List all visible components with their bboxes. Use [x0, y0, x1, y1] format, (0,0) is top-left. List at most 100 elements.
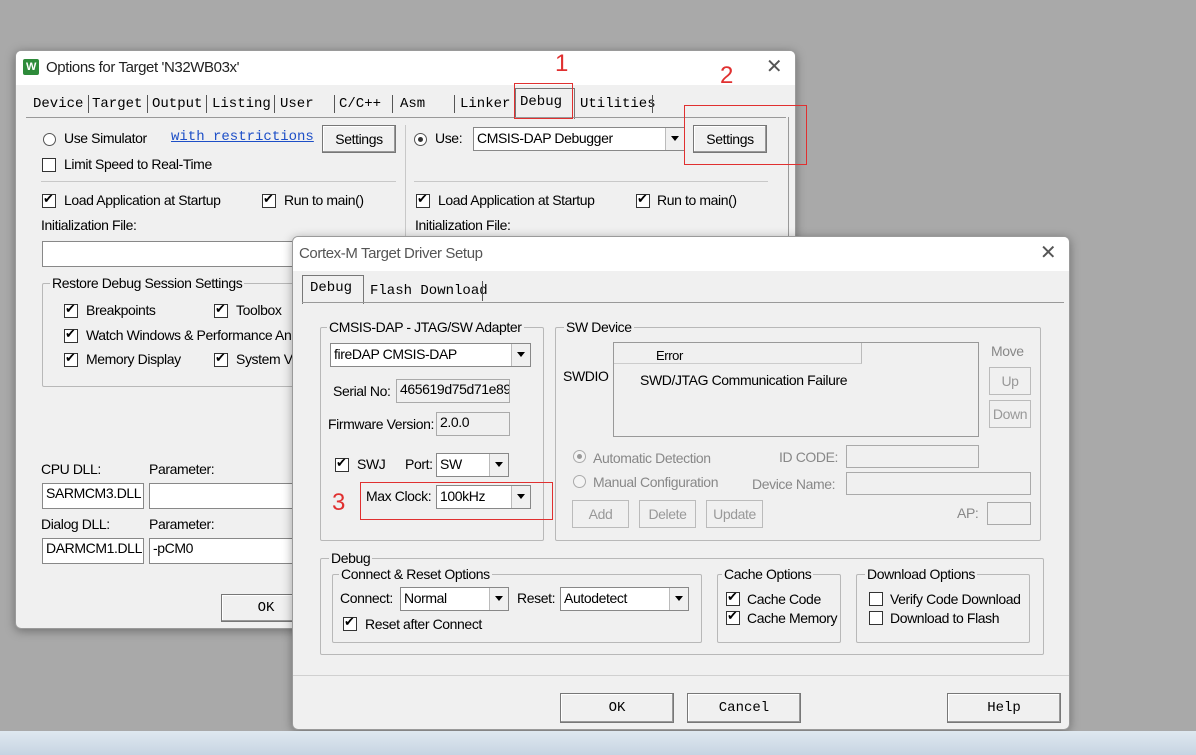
dialog-dll-label: Dialog DLL:	[41, 516, 110, 532]
tab-output[interactable]: Output	[152, 96, 202, 112]
up-button[interactable]: Up	[989, 367, 1031, 395]
load-app-label-right: Load Application at Startup	[438, 192, 595, 208]
annotation-number-1: 1	[555, 50, 568, 77]
cache-memory-label: Cache Memory	[747, 610, 838, 626]
use-simulator-label: Use Simulator	[64, 130, 147, 146]
dialog-dll-field[interactable]: DARMCM1.DLL	[42, 538, 144, 564]
tab-asm[interactable]: Asm	[400, 96, 425, 112]
delete-button[interactable]: Delete	[639, 500, 696, 528]
limit-speed-label: Limit Speed to Real-Time	[64, 156, 212, 172]
tab-flash-download[interactable]: Flash Download	[370, 283, 488, 299]
table-header	[614, 343, 862, 364]
manual-config-label: Manual Configuration	[593, 474, 719, 490]
firmware-label: Firmware Version:	[328, 416, 435, 432]
serial-label: Serial No:	[333, 383, 391, 399]
tab-linker[interactable]: Linker	[460, 96, 510, 112]
run-to-main-checkbox-right[interactable]	[636, 191, 650, 208]
table-row[interactable]: SWD/JTAG Communication Failure	[640, 372, 848, 388]
chevron-down-icon	[489, 588, 508, 610]
tab-utilities[interactable]: Utilities	[580, 96, 656, 112]
id-code-label: ID CODE:	[779, 449, 839, 465]
run-to-main-label-left: Run to main()	[284, 192, 364, 208]
ap-label: AP:	[957, 505, 979, 521]
cpu-parameter-field[interactable]	[149, 483, 299, 509]
adapter-group-title: CMSIS-DAP - JTAG/SW Adapter	[327, 319, 524, 335]
debug-group-title: Debug	[329, 550, 373, 566]
move-label: Move	[991, 343, 1024, 359]
memory-display-checkbox[interactable]	[64, 350, 78, 367]
toolbox-checkbox[interactable]	[214, 301, 228, 318]
window-title: Cortex-M Target Driver Setup	[299, 245, 483, 262]
down-button[interactable]: Down	[989, 400, 1031, 428]
add-button[interactable]: Add	[572, 500, 629, 528]
table-header-error: Error	[656, 348, 683, 363]
keil-uvision-icon: W	[23, 59, 39, 75]
connect-select[interactable]: Normal	[400, 587, 509, 611]
cache-memory-checkbox[interactable]	[726, 608, 740, 625]
cache-code-label: Cache Code	[747, 591, 821, 607]
load-app-checkbox-right[interactable]	[416, 191, 430, 208]
watch-windows-checkbox[interactable]	[64, 326, 78, 343]
annotation-box-max-clock	[360, 482, 553, 520]
adapter-select[interactable]: fireDAP CMSIS-DAP	[330, 343, 531, 367]
load-app-checkbox-left[interactable]	[42, 191, 56, 208]
use-simulator-radio[interactable]	[43, 133, 56, 146]
annotation-number-3: 3	[332, 489, 345, 516]
dialog-parameter-field[interactable]: -pCM0	[149, 538, 299, 564]
automatic-detection-radio[interactable]	[573, 450, 586, 463]
driver-cancel-button[interactable]: Cancel	[687, 693, 801, 723]
driver-help-button[interactable]: Help	[947, 693, 1061, 723]
with-restrictions-link[interactable]: with restrictions	[171, 129, 314, 145]
system-viewer-checkbox[interactable]	[214, 350, 228, 367]
limit-speed-checkbox[interactable]	[42, 158, 56, 172]
swdio-label: SWDIO	[563, 368, 609, 384]
download-to-flash-label: Download to Flash	[890, 610, 1000, 626]
swj-label: SWJ	[357, 456, 386, 472]
init-file-label-right: Initialization File:	[415, 217, 511, 233]
device-name-field	[846, 472, 1031, 495]
simulator-settings-button[interactable]: Settings	[322, 125, 396, 153]
tab-listing[interactable]: Listing	[212, 96, 271, 112]
memory-display-label: Memory Display	[86, 351, 181, 367]
manual-config-radio[interactable]	[573, 475, 586, 488]
tab-debug[interactable]: Debug	[310, 280, 352, 296]
dialog-parameter-label: Parameter:	[149, 516, 215, 532]
sw-device-title: SW Device	[564, 319, 634, 335]
cpu-dll-field[interactable]: SARMCM3.DLL	[42, 483, 144, 509]
reset-after-connect-checkbox[interactable]	[343, 614, 357, 631]
cache-code-checkbox[interactable]	[726, 589, 740, 606]
verify-download-checkbox[interactable]	[869, 592, 883, 606]
tab-cc[interactable]: C/C++	[339, 96, 381, 112]
connect-reset-title: Connect & Reset Options	[339, 566, 492, 582]
driver-ok-button[interactable]: OK	[560, 693, 674, 723]
breakpoints-label: Breakpoints	[86, 302, 156, 318]
breakpoints-checkbox[interactable]	[64, 301, 78, 318]
connect-label: Connect:	[340, 590, 393, 606]
toolbox-label: Toolbox	[236, 302, 282, 318]
window-title: Options for Target 'N32WB03x'	[46, 59, 240, 76]
annotation-box-debug-tab	[514, 83, 573, 119]
tab-user[interactable]: User	[280, 96, 314, 112]
serial-field: 465619d75d71e89	[396, 379, 510, 403]
download-to-flash-checkbox[interactable]	[869, 611, 883, 625]
debugger-select[interactable]: CMSIS-DAP Debugger	[473, 127, 685, 151]
init-file-label-left: Initialization File:	[41, 217, 137, 233]
init-file-input-left[interactable]	[42, 241, 302, 267]
swj-checkbox[interactable]	[335, 455, 349, 472]
use-debugger-radio[interactable]	[414, 133, 427, 146]
reset-select[interactable]: Autodetect	[560, 587, 689, 611]
use-debugger-label: Use:	[435, 130, 463, 146]
watch-windows-label: Watch Windows & Performance An	[86, 327, 292, 343]
tab-target[interactable]: Target	[92, 96, 142, 112]
port-select[interactable]: SW	[436, 453, 509, 477]
reset-after-connect-label: Reset after Connect	[365, 616, 482, 632]
firmware-field: 2.0.0	[436, 412, 510, 436]
download-options-title: Download Options	[865, 566, 977, 582]
update-button[interactable]: Update	[706, 500, 763, 528]
run-to-main-checkbox-left[interactable]	[262, 191, 276, 208]
tab-device[interactable]: Device	[33, 96, 83, 112]
chevron-down-icon	[669, 588, 688, 610]
chevron-down-icon	[665, 128, 684, 150]
close-icon[interactable]: ✕	[763, 56, 785, 78]
close-icon[interactable]: ✕	[1037, 242, 1059, 264]
